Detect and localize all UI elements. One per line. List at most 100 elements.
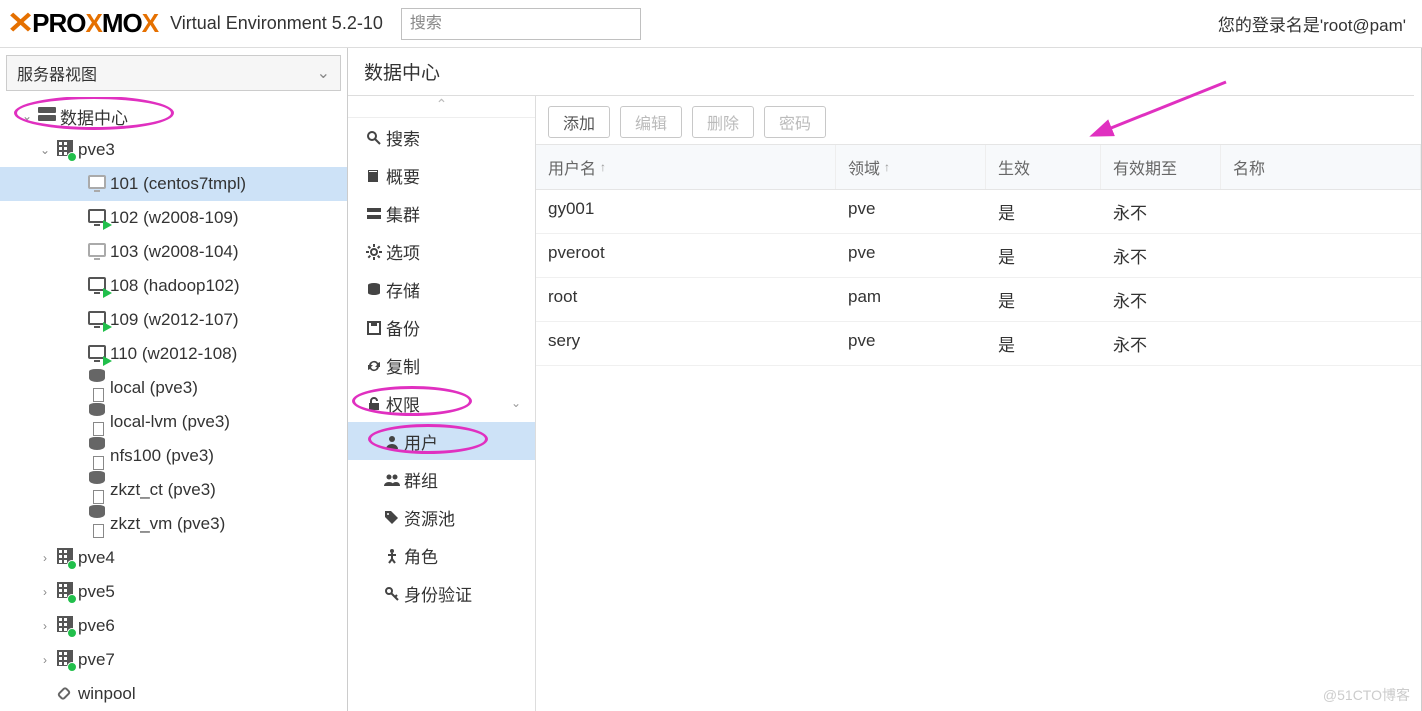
- col-realm[interactable]: 领域↑: [836, 145, 986, 189]
- menu-item-label: 集群: [386, 201, 420, 226]
- link-icon: [52, 685, 78, 704]
- remove-button[interactable]: 删除: [692, 106, 754, 138]
- search-icon: [362, 128, 386, 145]
- menu-item-label: 资源池: [404, 505, 455, 530]
- building-icon: [52, 140, 78, 161]
- col-active[interactable]: 生效: [986, 145, 1101, 189]
- content-column: 数据中心 ⌃ 搜索概要集群选项存储备份复制权限⌄ 用户群组资源池角色身份验证 添加…: [348, 48, 1422, 711]
- breadcrumb-text: 数据中心: [364, 58, 440, 85]
- storage-icon: [84, 437, 110, 475]
- user-icon: [380, 432, 404, 449]
- tree-item-zkzt_ct (pve3)[interactable]: zkzt_ct (pve3): [0, 473, 347, 507]
- users-grid: 用户名↑ 领域↑ 生效 有效期至 名称 gy001pve是永不pverootpv…: [536, 144, 1421, 366]
- tree-item-101[interactable]: 101 (centos7tmpl): [0, 167, 347, 201]
- table-row[interactable]: serypve是永不: [536, 322, 1421, 366]
- tree-node-pve4[interactable]: ›pve4: [0, 541, 347, 575]
- col-username[interactable]: 用户名↑: [536, 145, 836, 189]
- env-version-label: Virtual Environment 5.2-10: [170, 13, 383, 34]
- cell-until: 永不: [1101, 322, 1221, 365]
- expander-icon: ›: [38, 551, 52, 565]
- tree-item-109[interactable]: 109 (w2012-107): [0, 303, 347, 337]
- tree-view-selector[interactable]: 服务器视图 ⌄: [6, 55, 341, 91]
- tree-node-pve7[interactable]: ›pve7: [0, 643, 347, 677]
- cell-realm: pve: [836, 190, 986, 233]
- menu-item-label: 搜索: [386, 125, 420, 150]
- tree-node-pve5[interactable]: ›pve5: [0, 575, 347, 609]
- repeat-icon: [362, 356, 386, 373]
- cell-realm: pam: [836, 278, 986, 321]
- tree-item-label: 101 (centos7tmpl): [110, 174, 246, 194]
- table-row[interactable]: gy001pve是永不: [536, 190, 1421, 234]
- menu-item-label: 复制: [386, 353, 420, 378]
- resource-tree-panel: 服务器视图 ⌄ ⌄ 数据中心 ⌄pve3 101 (centos7tmpl) 102…: [0, 48, 348, 711]
- menu-item-label: 身份验证: [404, 581, 472, 606]
- menu-item-search[interactable]: 搜索: [348, 118, 535, 156]
- monitor-icon: [84, 345, 110, 364]
- chevron-down-icon: ⌄: [317, 63, 330, 83]
- tree-item-label: local-lvm (pve3): [110, 412, 230, 432]
- tree-root-label: 数据中心: [60, 104, 128, 129]
- tree-node-pve6[interactable]: ›pve6: [0, 609, 347, 643]
- tree-item-110[interactable]: 110 (w2012-108): [0, 337, 347, 371]
- cell-username: pveroot: [536, 234, 836, 277]
- tree-node-winpool[interactable]: winpool: [0, 677, 347, 711]
- col-name[interactable]: 名称: [1221, 145, 1421, 189]
- menu-item-tags[interactable]: 资源池: [348, 498, 535, 536]
- menu-item-db[interactable]: 存储: [348, 270, 535, 308]
- expander-icon: ›: [38, 653, 52, 667]
- tree-item-label: 103 (w2008-104): [110, 242, 239, 262]
- table-row[interactable]: pverootpve是永不: [536, 234, 1421, 278]
- tree-item-label: 110 (w2012-108): [110, 344, 237, 364]
- storage-icon: [84, 471, 110, 509]
- storage-icon: [84, 403, 110, 441]
- monitor-icon: [84, 175, 110, 194]
- tree-item-108[interactable]: 108 (hadoop102): [0, 269, 347, 303]
- tree-item-label: local (pve3): [110, 378, 198, 398]
- menu-item-label: 用户: [404, 429, 438, 454]
- table-row[interactable]: rootpam是永不: [536, 278, 1421, 322]
- tree-item-102[interactable]: 102 (w2008-109): [0, 201, 347, 235]
- menu-item-key[interactable]: 身份验证: [348, 574, 535, 612]
- tree-item-local (pve3)[interactable]: local (pve3): [0, 371, 347, 405]
- tree-item-103[interactable]: 103 (w2008-104): [0, 235, 347, 269]
- cell-name: [1221, 278, 1421, 321]
- global-search-input[interactable]: [401, 8, 641, 40]
- tree-item-label: zkzt_ct (pve3): [110, 480, 216, 500]
- cell-username: gy001: [536, 190, 836, 233]
- menu-item-label: 存储: [386, 277, 420, 302]
- menu-item-person[interactable]: 角色: [348, 536, 535, 574]
- col-until[interactable]: 有效期至: [1101, 145, 1221, 189]
- edit-button[interactable]: 编辑: [620, 106, 682, 138]
- tree-node-label: winpool: [78, 684, 136, 704]
- tree-item-nfs100 (pve3)[interactable]: nfs100 (pve3): [0, 439, 347, 473]
- menu-item-user[interactable]: 用户: [348, 422, 535, 460]
- menu-item-server[interactable]: 集群: [348, 194, 535, 232]
- storage-icon: [84, 505, 110, 543]
- cell-username: root: [536, 278, 836, 321]
- menu-item-unlock[interactable]: 权限⌄: [348, 384, 535, 422]
- tags-icon: [380, 508, 404, 525]
- add-button[interactable]: 添加: [548, 106, 610, 138]
- menu-item-repeat[interactable]: 复制: [348, 346, 535, 384]
- menu-item-gear[interactable]: 选项: [348, 232, 535, 270]
- menu-item-book[interactable]: 概要: [348, 156, 535, 194]
- tree-item-label: nfs100 (pve3): [110, 446, 214, 466]
- menu-collapse-icon[interactable]: ⌃: [348, 96, 535, 118]
- cell-until: 永不: [1101, 234, 1221, 277]
- menu-item-save[interactable]: 备份: [348, 308, 535, 346]
- login-user-label: 您的登录名是'root@pam': [1218, 11, 1414, 36]
- tree-item-local-lvm (pve3)[interactable]: local-lvm (pve3): [0, 405, 347, 439]
- cell-active: 是: [986, 234, 1101, 277]
- monitor-icon: [84, 311, 110, 330]
- monitor-icon: [84, 209, 110, 228]
- tree-node-label: pve5: [78, 582, 115, 602]
- gear-icon: [362, 242, 386, 259]
- menu-item-label: 备份: [386, 315, 420, 340]
- password-button[interactable]: 密码: [764, 106, 826, 138]
- menu-item-users[interactable]: 群组: [348, 460, 535, 498]
- cell-name: [1221, 234, 1421, 277]
- tree-root-datacenter[interactable]: ⌄ 数据中心: [0, 99, 347, 133]
- tree-item-zkzt_vm (pve3)[interactable]: zkzt_vm (pve3): [0, 507, 347, 541]
- tree-node-pve3[interactable]: ⌄pve3: [0, 133, 347, 167]
- building-icon: [52, 582, 78, 603]
